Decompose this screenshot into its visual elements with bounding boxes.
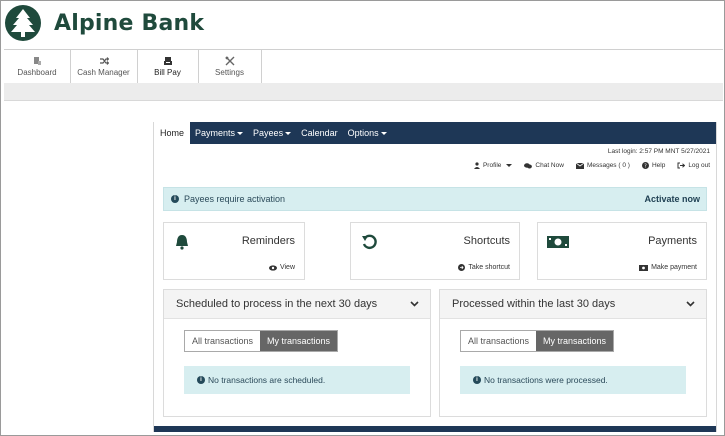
- tree-logo-icon: [5, 5, 41, 41]
- tab-bill-pay-label: Bill Pay: [154, 68, 181, 77]
- info-circle-icon: i: [197, 376, 205, 384]
- bill-pay-icon: [163, 57, 172, 65]
- eye-icon: [268, 264, 277, 271]
- user-icon: [473, 162, 480, 169]
- bell-icon: [176, 235, 188, 250]
- tab-cash-manager[interactable]: Cash Manager: [70, 50, 138, 83]
- log-out-label: Log out: [688, 162, 710, 169]
- scheduled-title: Scheduled to process in the next 30 days: [176, 298, 378, 310]
- view-link[interactable]: View: [268, 264, 295, 271]
- subnav-payments[interactable]: Payments: [190, 122, 248, 144]
- subnav-home[interactable]: Home: [154, 122, 191, 144]
- svg-text:?: ?: [644, 163, 647, 169]
- last-login: Last login: 2:57 PM MNT 5/27/2021: [607, 148, 710, 155]
- reminders-card[interactable]: Reminders View: [163, 222, 305, 280]
- processed-my-transactions-button[interactable]: My transactions: [536, 331, 614, 351]
- help-link[interactable]: ? Help: [641, 162, 666, 169]
- subnav-options[interactable]: Options: [343, 122, 392, 144]
- messages-link[interactable]: Messages ( 0 ): [575, 162, 630, 169]
- payments-card[interactable]: Payments Make payment: [537, 222, 707, 280]
- shortcuts-title: Shortcuts: [463, 235, 510, 247]
- scheduled-panel: Scheduled to process in the next 30 days…: [163, 289, 431, 417]
- tools-icon: [225, 56, 234, 66]
- scheduled-empty-message: i No transactions are scheduled.: [184, 366, 410, 394]
- tab-bill-pay[interactable]: Bill Pay: [137, 50, 199, 83]
- activation-alert: i Payees require activation Activate now: [163, 187, 707, 211]
- shuffle-icon: [99, 57, 109, 65]
- caret-down-icon: [380, 131, 387, 135]
- money-small-icon: [639, 264, 649, 271]
- view-label: View: [279, 264, 295, 271]
- messages-label: Messages ( 0 ): [586, 162, 630, 169]
- profile-label: Profile: [482, 162, 502, 169]
- profile-link[interactable]: Profile: [473, 162, 513, 169]
- subnav-payees-label: Payees: [253, 128, 284, 138]
- subnav-payments-label: Payments: [195, 128, 236, 138]
- info-circle-icon: i: [473, 376, 481, 384]
- bill-pay-subnav: Home Payments Payees Calendar Options: [154, 122, 716, 144]
- subnav-home-label: Home: [160, 128, 185, 138]
- subnav-calendar[interactable]: Calendar: [296, 122, 343, 144]
- reminders-title: Reminders: [241, 235, 295, 247]
- take-shortcut-label: Take shortcut: [468, 264, 510, 271]
- chat-icon: [524, 162, 533, 168]
- scheduled-my-transactions-button[interactable]: My transactions: [260, 331, 338, 351]
- caret-down-icon: [237, 131, 244, 135]
- processed-all-transactions-button[interactable]: All transactions: [461, 331, 537, 351]
- tab-settings[interactable]: Settings: [198, 50, 262, 83]
- alert-text: Payees require activation: [184, 194, 286, 204]
- envelope-icon: [575, 162, 584, 169]
- caret-down-icon: [285, 131, 292, 135]
- subnav-calendar-label: Calendar: [301, 128, 338, 138]
- session-links: Profile Chat Now Messages ( 0 ) ? Help L…: [473, 162, 710, 169]
- shortcuts-card[interactable]: Shortcuts Take shortcut: [350, 222, 520, 280]
- bill-pay-panel: Home Payments Payees Calendar Options La…: [153, 122, 717, 432]
- scheduled-all-transactions-button[interactable]: All transactions: [185, 331, 261, 351]
- scheduled-empty-text: No transactions are scheduled.: [208, 375, 326, 385]
- info-circle-icon: i: [171, 195, 179, 203]
- question-circle-icon: ?: [641, 162, 649, 169]
- tab-dashboard-label: Dashboard: [17, 68, 57, 77]
- brand-name: Alpine Bank: [54, 10, 205, 36]
- make-payment-label: Make payment: [651, 264, 697, 271]
- chevron-down-icon[interactable]: [686, 299, 695, 308]
- processed-title: Processed within the last 30 days: [452, 298, 616, 310]
- scheduled-header[interactable]: Scheduled to process in the next 30 days: [164, 290, 430, 319]
- sign-out-icon: [677, 162, 686, 169]
- tab-settings-label: Settings: [215, 68, 244, 77]
- processed-header[interactable]: Processed within the last 30 days: [440, 290, 706, 319]
- panel-footer-bar: [154, 426, 716, 432]
- take-shortcut-link[interactable]: Take shortcut: [458, 264, 510, 271]
- chat-now-link[interactable]: Chat Now: [524, 162, 564, 169]
- processed-empty-message: i No transactions were processed.: [460, 366, 686, 394]
- tab-dashboard[interactable]: Dashboard: [4, 50, 71, 83]
- processed-empty-text: No transactions were processed.: [484, 375, 608, 385]
- brand-header: Alpine Bank: [4, 3, 204, 43]
- caret-down-icon: [506, 164, 513, 167]
- main-nav: Dashboard Cash Manager Bill Pay Settings: [4, 49, 723, 84]
- scheduled-filter-toggle: All transactions My transactions: [184, 330, 339, 352]
- arrow-right-circle-icon: [458, 264, 466, 271]
- tab-cash-manager-label: Cash Manager: [77, 68, 130, 77]
- payments-title: Payments: [648, 235, 697, 247]
- processed-panel: Processed within the last 30 days All tr…: [439, 289, 707, 417]
- make-payment-link[interactable]: Make payment: [639, 264, 697, 271]
- money-icon: [547, 236, 569, 248]
- toolbar-strip: [4, 83, 723, 101]
- processed-filter-toggle: All transactions My transactions: [460, 330, 615, 352]
- chat-now-label: Chat Now: [535, 162, 564, 169]
- subnav-options-label: Options: [347, 128, 379, 138]
- undo-icon: [362, 234, 377, 250]
- log-out-link[interactable]: Log out: [677, 162, 710, 169]
- dashboard-icon: [34, 57, 41, 65]
- chevron-down-icon[interactable]: [410, 299, 419, 308]
- subnav-payees[interactable]: Payees: [248, 122, 296, 144]
- activate-now-link[interactable]: Activate now: [644, 194, 700, 204]
- help-label: Help: [651, 162, 666, 169]
